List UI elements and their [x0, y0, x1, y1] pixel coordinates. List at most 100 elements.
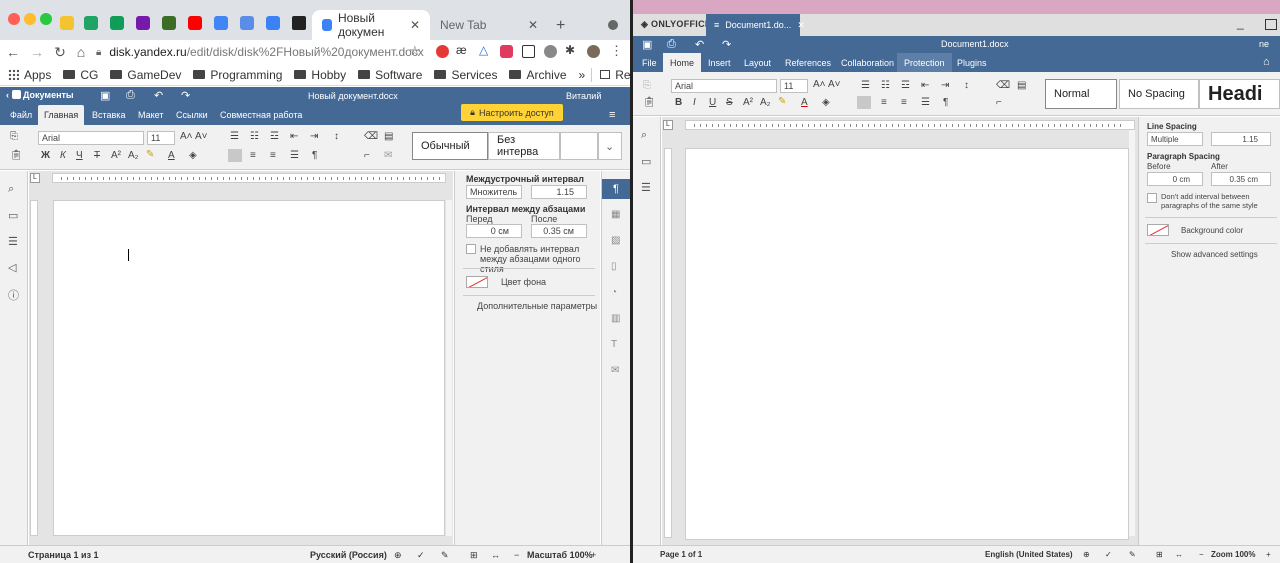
address-bar[interactable]: 🔒︎ disk.yandex.ru/edit/disk/disk%2FНовый…	[96, 41, 426, 63]
line-spacing-icon[interactable]: ↕	[334, 131, 339, 142]
strikethrough-icon[interactable]: Т	[94, 150, 100, 161]
font-color-icon[interactable]: A	[168, 150, 175, 161]
track-changes-icon[interactable]: ✎	[1129, 550, 1136, 559]
bookmark-folder-hobby[interactable]: Hobby	[294, 68, 346, 82]
copy-icon[interactable]: ⎘	[10, 131, 18, 142]
zoom-out-icon[interactable]: −	[514, 550, 519, 560]
chrome-menu-icon[interactable]: ⋮	[610, 43, 623, 59]
copy-icon[interactable]: ⎘	[643, 80, 651, 91]
bookmark-folder-archive[interactable]: Archive	[509, 68, 567, 82]
tab-insert[interactable]: Insert	[701, 53, 738, 72]
italic-icon[interactable]: I	[693, 97, 696, 108]
bookmark-folder-cg[interactable]: CG	[63, 68, 98, 82]
horizontal-ruler[interactable]	[685, 120, 1135, 130]
fit-width-icon[interactable]: ↔	[491, 550, 500, 560]
mail-merge-icon[interactable]: ✉	[611, 365, 619, 376]
globe-icon[interactable]: ⊕	[1083, 550, 1090, 559]
hamburger-menu-icon[interactable]: ≡	[609, 109, 615, 121]
advanced-settings-link[interactable]: Show advanced settings	[1171, 250, 1258, 259]
fit-width-icon[interactable]: ↔	[1175, 550, 1183, 559]
background-color-swatch[interactable]	[466, 276, 488, 288]
tab-file[interactable]: Файл	[4, 105, 38, 125]
tab-stop-icon[interactable]: L	[663, 120, 673, 130]
maximize-window-icon[interactable]	[1265, 19, 1277, 30]
color-scheme-icon[interactable]: ▤	[384, 131, 393, 142]
language-select[interactable]: Русский (Россия)	[310, 550, 387, 560]
browser-tab-active[interactable]: Новый докумен ✕	[312, 10, 430, 40]
line-spacing-mode-select[interactable]: Multiple	[1147, 132, 1203, 146]
document-page[interactable]	[53, 200, 445, 536]
horizontal-ruler[interactable]	[52, 173, 446, 183]
pinned-tab-docs-icon[interactable]	[214, 16, 228, 30]
spacing-after-input[interactable]: 0.35 cm	[1211, 172, 1271, 186]
spacing-before-input[interactable]: 0 см	[466, 224, 522, 238]
extension-triangle-icon[interactable]: △	[479, 43, 488, 57]
numbered-list-icon[interactable]: ☷	[250, 131, 259, 142]
font-size-select[interactable]: 11	[780, 79, 808, 93]
increase-font-icon[interactable]: A˄	[180, 131, 193, 142]
save-icon[interactable]: ▣	[100, 89, 110, 102]
justify-icon[interactable]: ☰	[290, 150, 299, 161]
shape-settings-icon[interactable]: ◔	[611, 287, 617, 298]
shading-icon[interactable]: ◈	[822, 97, 830, 108]
track-changes-icon[interactable]: ✎	[441, 550, 449, 561]
copy-style-icon[interactable]: ⌐	[996, 97, 1002, 108]
line-spacing-value-input[interactable]: 1.15	[1211, 132, 1271, 146]
style-no-spacing[interactable]: Без интерва	[488, 132, 560, 160]
tab-stop-icon[interactable]: L	[30, 173, 40, 183]
extension-window-icon[interactable]	[522, 45, 535, 58]
mail-merge-icon[interactable]: ✉	[384, 150, 392, 161]
browser-tab-inactive[interactable]: New Tab ✕	[430, 10, 548, 40]
font-family-select[interactable]: Arial	[671, 79, 777, 93]
line-spacing-icon[interactable]: ↕	[964, 80, 969, 91]
subscript-icon[interactable]: A₂	[760, 97, 771, 108]
align-right-icon[interactable]: ≡	[270, 150, 276, 161]
highlight-icon[interactable]: ✎	[146, 149, 154, 160]
redo-icon[interactable]: ↷	[181, 89, 190, 102]
zoom-in-icon[interactable]: +	[591, 550, 596, 560]
print-icon[interactable]: ⎙	[667, 38, 676, 51]
zoom-out-icon[interactable]: −	[1199, 550, 1204, 559]
increase-indent-icon[interactable]: ⇥	[310, 131, 318, 142]
italic-icon[interactable]: К	[60, 150, 66, 161]
maximize-window-button[interactable]	[40, 13, 52, 25]
tab-collaboration[interactable]: Collaboration	[834, 53, 901, 72]
bookmark-apps[interactable]: Apps	[8, 68, 51, 82]
tab-insert[interactable]: Вставка	[86, 105, 131, 125]
tab-collaboration[interactable]: Совместная работа	[214, 105, 308, 125]
extension-gear-icon[interactable]	[544, 45, 557, 58]
multilevel-list-icon[interactable]: ☲	[901, 80, 910, 91]
profile-avatar[interactable]	[587, 45, 600, 58]
strikethrough-icon[interactable]: S	[726, 97, 733, 108]
tab-plugins[interactable]: Plugins	[950, 53, 994, 72]
tab-layout[interactable]: Макет	[132, 105, 169, 125]
line-spacing-value-input[interactable]: 1.15	[531, 185, 587, 199]
bookmarks-overflow-button[interactable]: »	[579, 68, 586, 82]
pilcrow-icon[interactable]: ¶	[943, 97, 948, 108]
extensions-puzzle-icon[interactable]: ✱	[565, 43, 575, 57]
bookmark-folder-gamedev[interactable]: GameDev	[110, 68, 181, 82]
home-icon[interactable]: ⌂	[72, 44, 90, 60]
bookmark-star-icon[interactable]: ☆	[409, 43, 421, 59]
pinned-tab-keep-icon[interactable]	[60, 16, 74, 30]
navigation-icon[interactable]: ☰	[8, 235, 18, 248]
font-size-select[interactable]: 11	[147, 131, 175, 145]
increase-indent-icon[interactable]: ⇥	[941, 80, 949, 91]
header-footer-icon[interactable]: ▯	[611, 261, 617, 272]
bookmark-folder-services[interactable]: Services	[434, 68, 497, 82]
bullet-list-icon[interactable]: ☰	[861, 80, 870, 91]
user-name[interactable]: Виталий	[566, 91, 601, 101]
bold-icon[interactable]: B	[675, 97, 682, 108]
style-no-spacing[interactable]: No Spacing	[1119, 79, 1199, 109]
bold-icon[interactable]: Ж	[41, 150, 50, 161]
tab-file[interactable]: File	[635, 53, 664, 72]
pinned-tab-box-icon[interactable]	[266, 16, 280, 30]
bullet-list-icon[interactable]: ☰	[230, 131, 239, 142]
comments-icon[interactable]: ▭	[8, 209, 18, 222]
tab-protection[interactable]: Protection	[897, 53, 952, 72]
tab-references[interactable]: References	[778, 53, 838, 72]
shading-icon[interactable]: ◈	[189, 150, 197, 161]
numbered-list-icon[interactable]: ☷	[881, 80, 890, 91]
back-to-docs-link[interactable]: ‹ Документы	[6, 90, 74, 100]
extension-ae-icon[interactable]: æ	[456, 43, 467, 57]
